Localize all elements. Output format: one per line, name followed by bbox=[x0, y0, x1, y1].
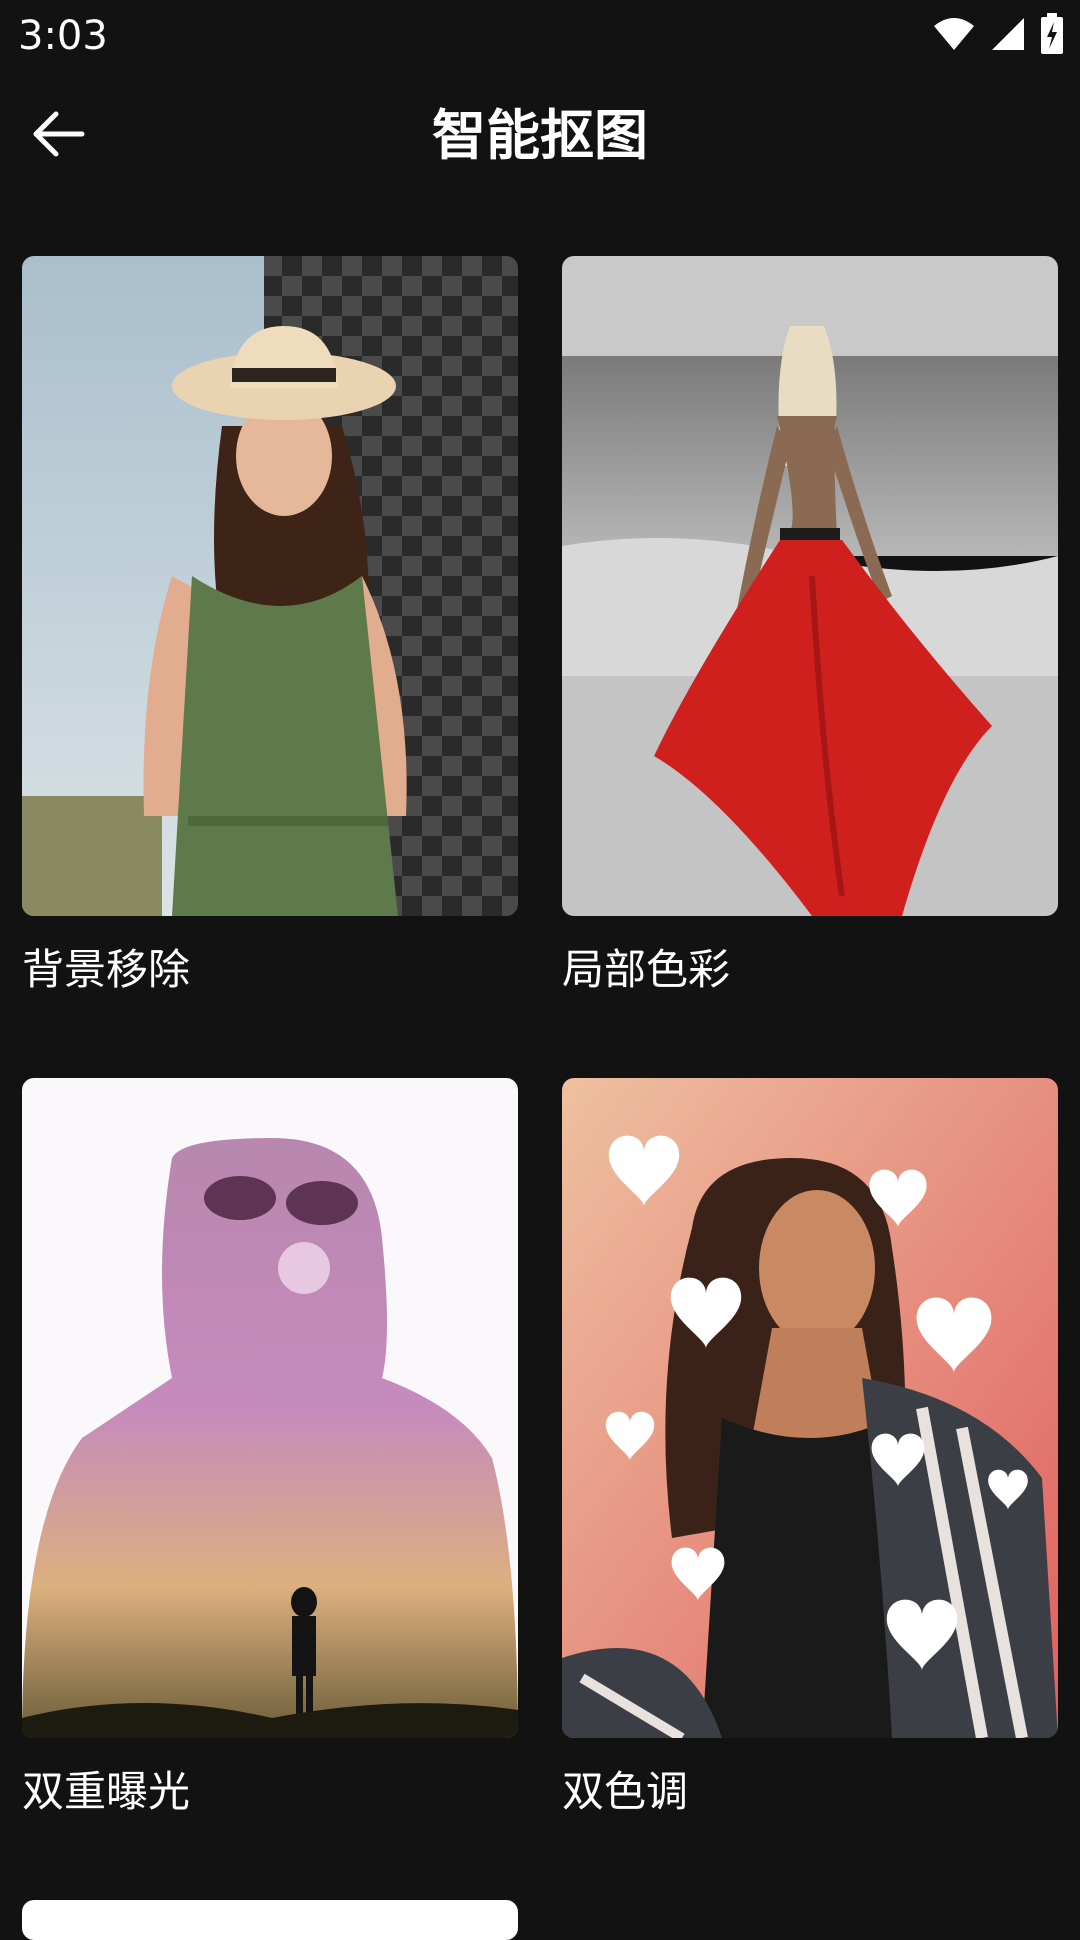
card-label: 背景移除 bbox=[22, 945, 191, 994]
card-thumbnail bbox=[562, 256, 1058, 916]
page-title: 智能抠图 bbox=[432, 104, 648, 167]
card-label: 局部色彩 bbox=[562, 945, 731, 994]
card-thumbnail bbox=[22, 256, 518, 916]
feature-card-peek[interactable] bbox=[22, 1900, 518, 1940]
feature-card-background-removal[interactable]: 背景移除 bbox=[22, 256, 518, 996]
status-bar: 3:03 bbox=[0, 0, 1080, 72]
status-time: 3:03 bbox=[18, 13, 108, 59]
app-bar: 智能抠图 bbox=[0, 72, 1080, 204]
status-icons bbox=[932, 12, 1064, 60]
feature-card-partial-color[interactable]: 局部色彩 bbox=[562, 256, 1058, 996]
card-thumbnail bbox=[562, 1078, 1058, 1738]
wifi-icon bbox=[932, 16, 976, 56]
feature-card-double-exposure[interactable]: 双重曝光 bbox=[22, 1078, 518, 1818]
battery-charging-icon bbox=[1040, 13, 1064, 59]
card-thumbnail bbox=[22, 1078, 518, 1738]
card-label: 双重曝光 bbox=[22, 1767, 191, 1816]
feature-card-duotone[interactable]: 双色调 bbox=[562, 1078, 1058, 1818]
signal-icon bbox=[990, 16, 1026, 56]
card-label: 双色调 bbox=[562, 1767, 689, 1816]
